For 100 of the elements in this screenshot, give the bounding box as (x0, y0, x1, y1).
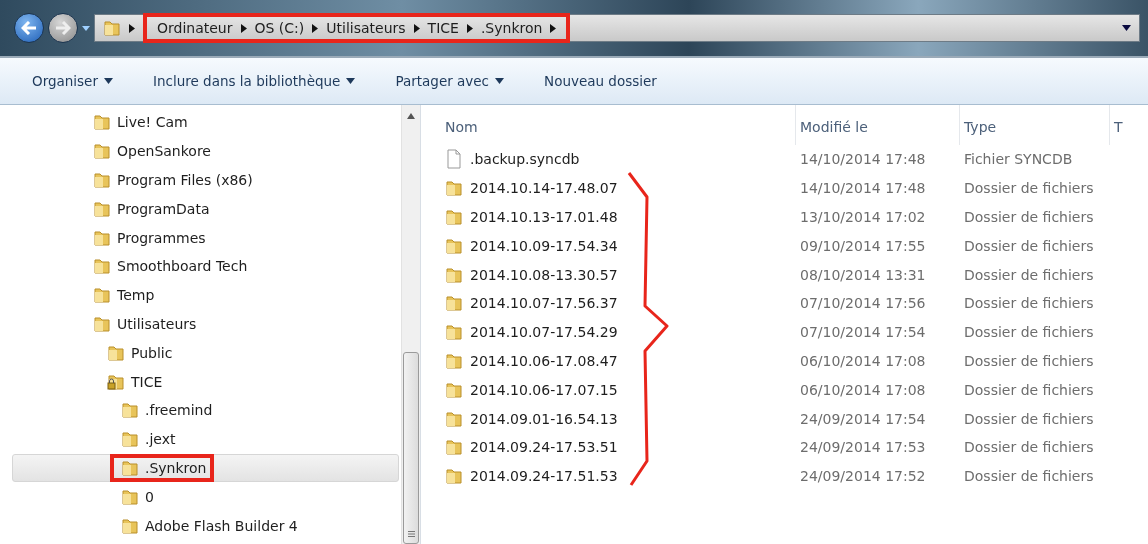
folder-icon (103, 19, 121, 37)
tree-item[interactable]: TICE (107, 372, 163, 391)
type-cell-text: Dossier de fichiers (963, 294, 1095, 314)
scroll-up-icon[interactable] (407, 113, 415, 119)
back-button[interactable] (14, 13, 44, 43)
file-name-cell[interactable]: 2014.09.24-17.53.51 (441, 432, 796, 462)
tree-item[interactable]: Adobe Flash Builder 4 (121, 516, 298, 535)
date-cell-text: 24/09/2014 17:54 (799, 409, 927, 429)
breadcrumb-item[interactable]: Utilisateurs (326, 20, 406, 36)
arrow-left-icon (21, 21, 37, 35)
toolbar-button[interactable]: Nouveau dossier (536, 69, 665, 93)
breadcrumb-item[interactable]: TICE (427, 20, 459, 36)
chevron-right-icon (129, 23, 135, 33)
caret-icon (346, 78, 356, 84)
chevron-right-icon (550, 23, 557, 33)
tree-item[interactable]: OpenSankore (93, 142, 211, 161)
chevron-right-icon (312, 23, 319, 33)
folder-icon (93, 286, 111, 305)
address-dropdown-icon[interactable] (1122, 25, 1131, 31)
date-cell-text: 06/10/2014 17:08 (799, 351, 927, 371)
toolbar-button[interactable]: Inclure dans la bibliothèque (145, 69, 364, 93)
file-name-cell[interactable]: 2014.10.06-17.08.47 (441, 346, 796, 376)
date-cell-text: 14/10/2014 17:48 (799, 179, 927, 199)
tree-item[interactable]: Live! Cam (93, 113, 188, 132)
caret-icon (104, 78, 113, 84)
folder-icon (445, 380, 463, 399)
file-name-cell[interactable]: 2014.09.24-17.51.53 (441, 461, 796, 491)
type-cell-text: Dossier de fichiers (963, 208, 1095, 227)
file-name-cell[interactable]: 2014.10.08-13.30.57 (441, 260, 796, 289)
column-header[interactable]: Nom (441, 105, 796, 145)
file-name-cell[interactable]: .backup.syncdb (441, 145, 796, 174)
type-cell-text: Dossier de fichiers (963, 265, 1095, 285)
forward-button[interactable] (48, 13, 78, 43)
selected-tree-row[interactable]: .Synkron (12, 453, 399, 483)
file-name-cell[interactable]: 2014.09.01-16.54.13 (441, 404, 796, 433)
arrow-right-icon (55, 21, 71, 35)
date-cell-text: 08/10/2014 13:31 (799, 265, 927, 285)
tree-item[interactable]: 0 (121, 487, 154, 506)
tree-item[interactable]: .freemind (121, 401, 213, 420)
scrollbar[interactable] (401, 105, 420, 544)
folder-icon (107, 343, 125, 362)
file-name-cell[interactable]: 2014.10.06-17.07.15 (441, 375, 796, 405)
file-name-cell[interactable]: 2014.10.14-17.48.07 (441, 173, 796, 203)
type-cell-text: Dossier de fichiers (963, 236, 1095, 256)
folder-icon (445, 265, 463, 284)
folder-icon (445, 179, 463, 198)
type-cell-text: Fichier SYNCDB (963, 150, 1074, 170)
toolbar-button[interactable]: Organiser (24, 69, 121, 93)
breadcrumb-item[interactable]: OS (C:) (254, 20, 305, 36)
recent-pages-caret-icon[interactable] (82, 25, 90, 31)
date-cell-text: 14/10/2014 17:48 (799, 150, 927, 170)
date-cell-text: 24/09/2014 17:52 (799, 467, 927, 487)
date-cell-text: 06/10/2014 17:08 (799, 380, 927, 400)
type-cell-text: Dossier de fichiers (963, 179, 1095, 199)
toolbar-button[interactable]: Partager avec (387, 69, 513, 93)
file-name-cell[interactable]: 2014.10.13-17.01.48 (441, 202, 796, 232)
column-header[interactable]: T (1110, 105, 1148, 145)
breadcrumb-item[interactable]: Ordinateur (157, 20, 233, 36)
breadcrumb-item[interactable]: .Synkron (480, 20, 543, 36)
date-cell-text: 07/10/2014 17:54 (799, 323, 927, 343)
grip-icon (407, 531, 415, 537)
file-name-cell[interactable]: 2014.10.07-17.54.29 (441, 317, 796, 347)
caret-icon (495, 78, 505, 84)
folder-icon (121, 401, 139, 420)
date-cell-text: 24/09/2014 17:53 (799, 438, 927, 458)
folder-icon (93, 171, 111, 189)
folder-icon (121, 430, 139, 449)
folder-icon (445, 351, 463, 370)
folder-icon (445, 236, 463, 255)
file-icon (445, 149, 463, 170)
tree-item[interactable]: Public (107, 343, 173, 362)
folder-icon (445, 294, 463, 313)
chevron-right-icon (240, 23, 247, 33)
folder-icon (121, 487, 139, 506)
folder-icon (121, 516, 139, 535)
type-cell-text: Dossier de fichiers (963, 438, 1095, 458)
tree-item[interactable]: Utilisateurs (93, 314, 197, 333)
folder-icon (445, 208, 463, 226)
type-cell-text: Dossier de fichiers (963, 467, 1095, 487)
folder-icon (93, 257, 111, 276)
column-header[interactable]: Modifié le (796, 105, 960, 145)
tree-item[interactable]: ProgramData (93, 199, 210, 218)
file-name-cell[interactable]: 2014.10.07-17.56.37 (441, 289, 796, 318)
folder-icon (121, 458, 139, 477)
address-bar[interactable]: Ordinateur OS (C:) Utilisateurs TICE .Synkron (94, 14, 1140, 42)
type-cell-text: Dossier de fichiers (963, 351, 1095, 371)
folder-icon (93, 228, 111, 247)
folder-icon (445, 438, 463, 457)
tree-item[interactable]: Smoothboard Tech (93, 257, 248, 276)
tree-item[interactable]: Program Files (x86) (93, 171, 253, 189)
tree-item[interactable]: .jext (121, 430, 176, 449)
folder-icon (445, 467, 463, 486)
chevron-right-icon (466, 23, 473, 33)
tree-item[interactable]: Programmes (93, 228, 206, 247)
column-header[interactable]: Type (960, 105, 1110, 145)
file-name-cell[interactable]: 2014.10.09-17.54.34 (441, 231, 796, 261)
tree-item[interactable]: Temp (93, 286, 155, 305)
tree-item[interactable]: .Synkron (115, 458, 209, 477)
locked-folder-icon (107, 372, 125, 391)
folder-icon (93, 199, 111, 218)
